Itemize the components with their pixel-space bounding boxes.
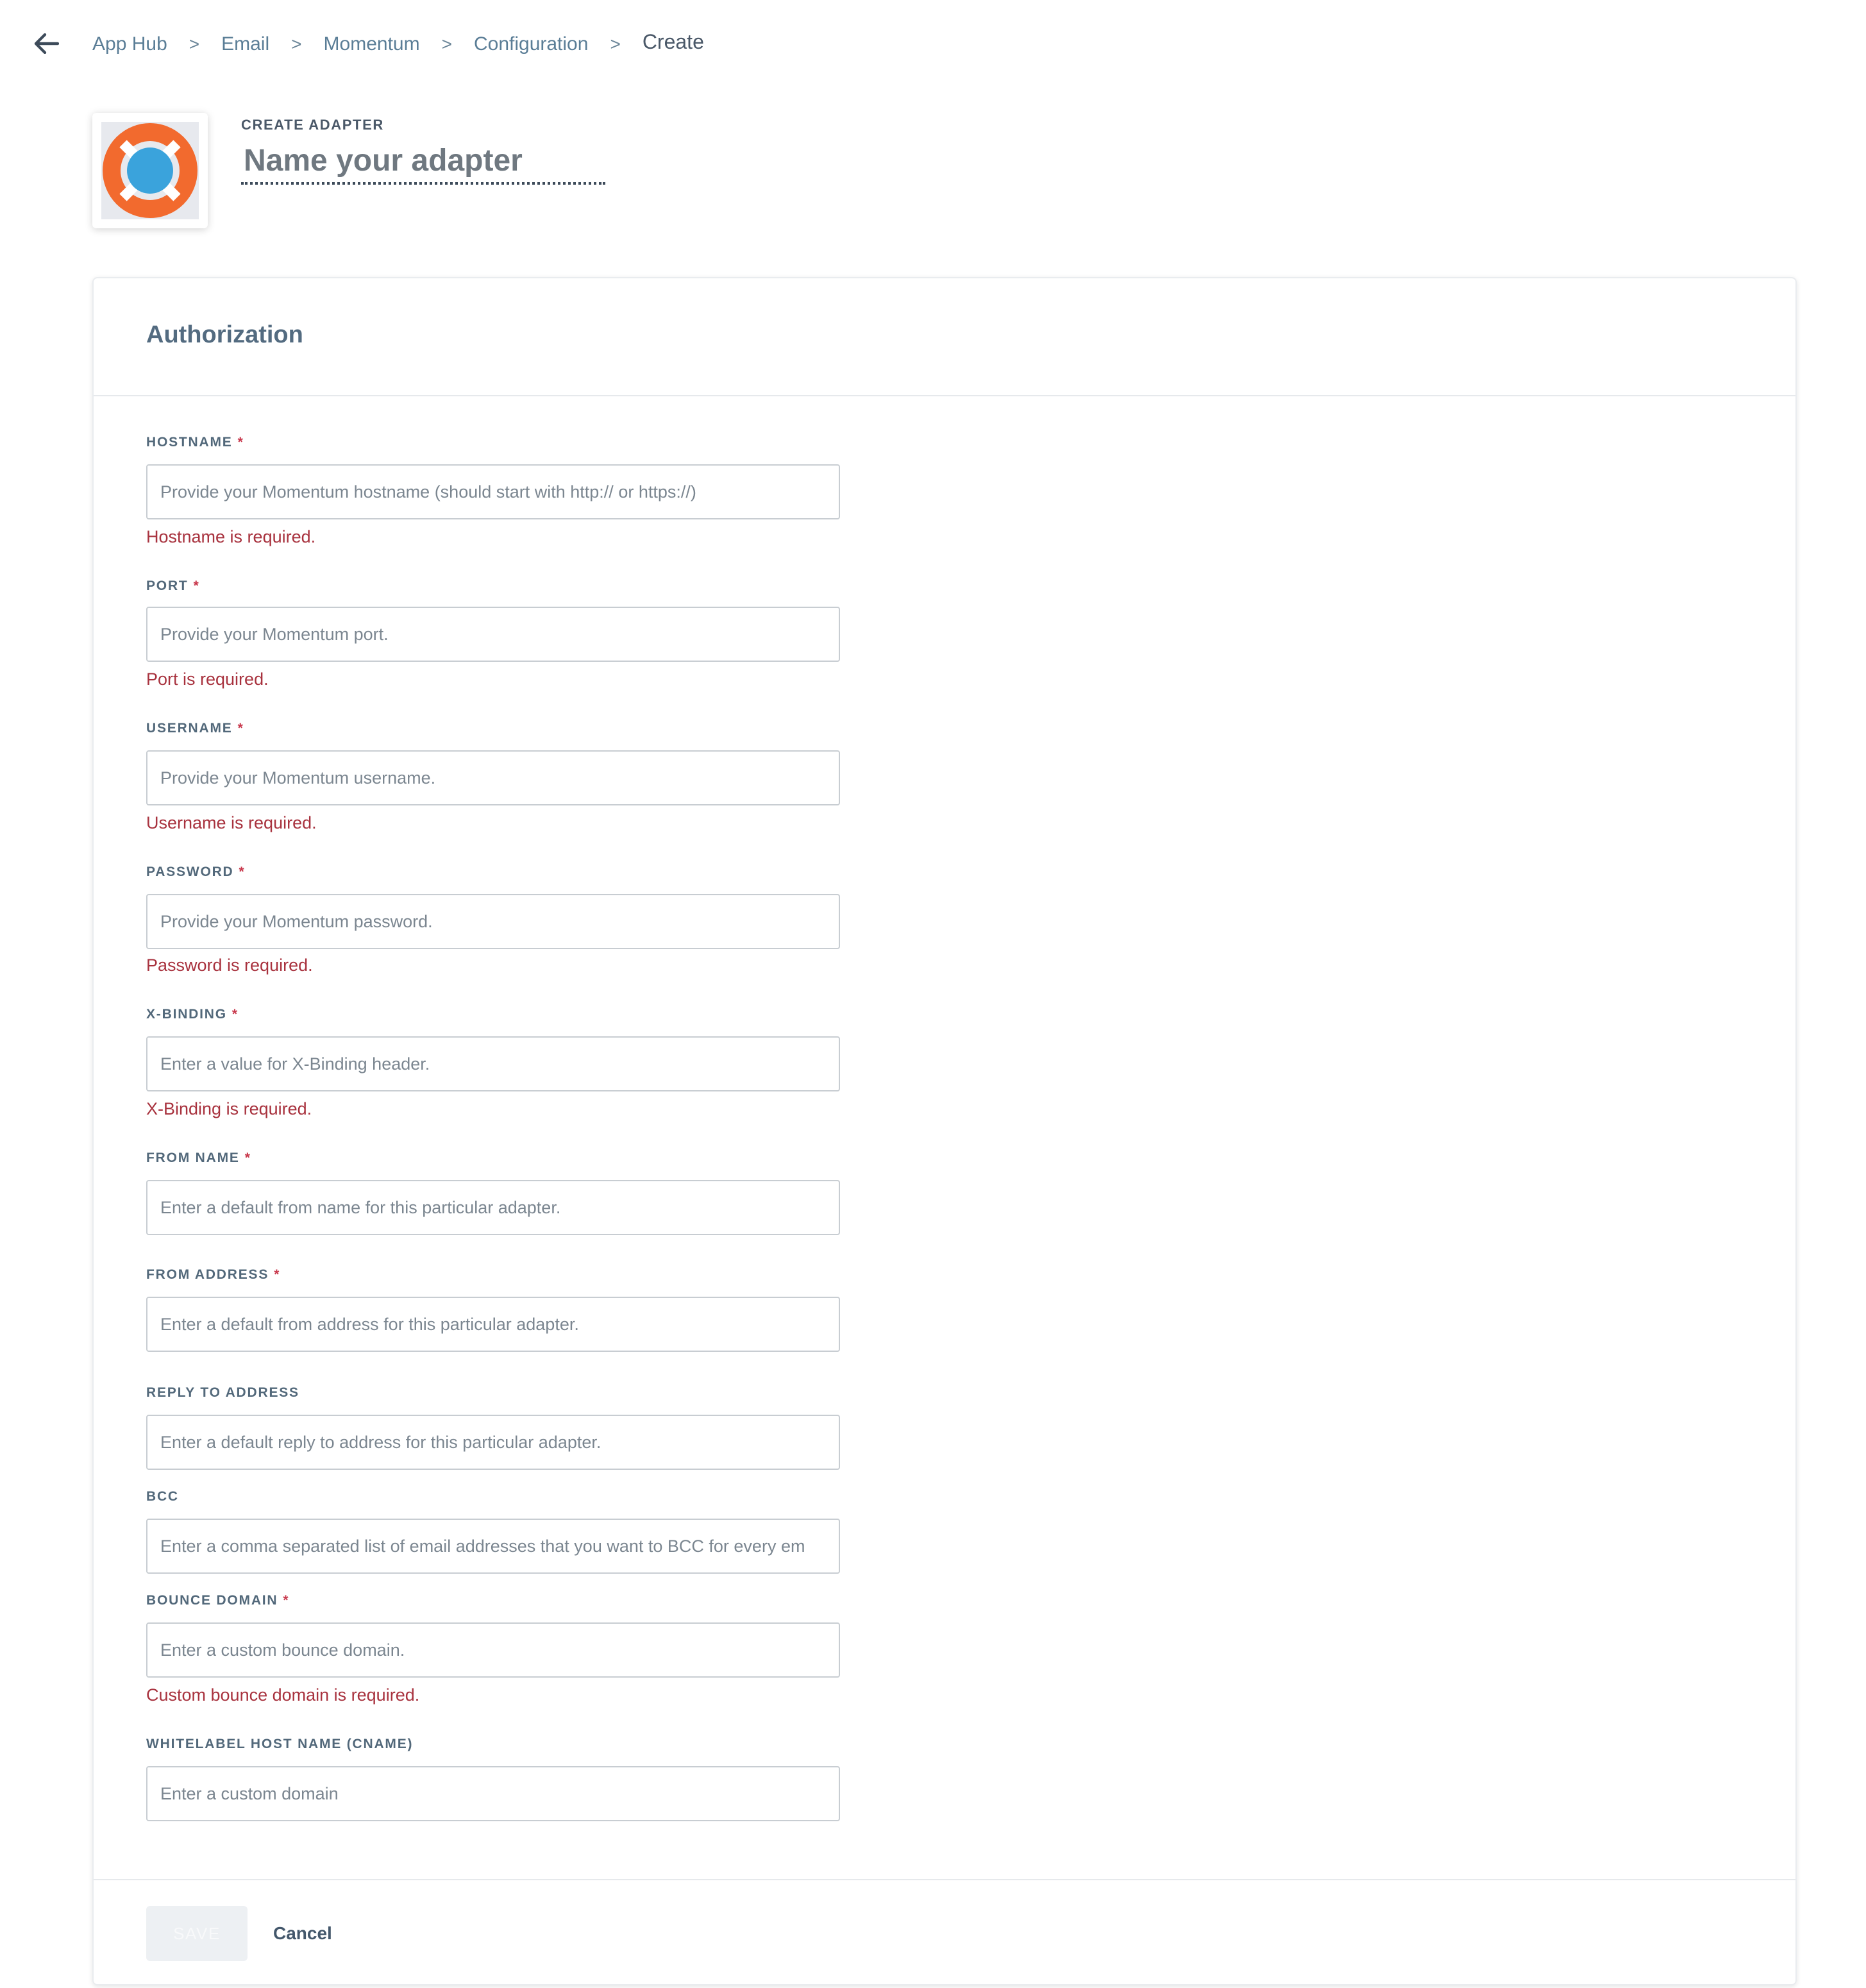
required-marker: * bbox=[237, 721, 244, 736]
breadcrumb-email[interactable]: Email bbox=[221, 33, 269, 55]
from-name-label: FROM NAME * bbox=[146, 1150, 251, 1166]
breadcrumb-create: Create bbox=[642, 32, 704, 54]
breadcrumb-configuration[interactable]: Configuration bbox=[474, 33, 588, 55]
required-marker: * bbox=[244, 1150, 251, 1166]
adapter-logo bbox=[92, 113, 208, 228]
hostname-error: Hostname is required. bbox=[146, 527, 316, 546]
required-marker: * bbox=[231, 1007, 239, 1022]
breadcrumb-separator: > bbox=[291, 33, 302, 54]
required-marker: * bbox=[193, 578, 200, 594]
password-input[interactable] bbox=[146, 894, 840, 949]
card-title: Authorization bbox=[146, 322, 303, 349]
save-button[interactable]: SAVE bbox=[146, 1906, 248, 1961]
reply-to-address-input[interactable] bbox=[146, 1415, 840, 1470]
back-arrow-icon[interactable] bbox=[31, 28, 62, 59]
password-label: PASSWORD * bbox=[146, 864, 246, 880]
authorization-card: Authorization HOSTNAME* Hostname is requ… bbox=[92, 277, 1797, 1985]
adapter-name-input[interactable] bbox=[241, 141, 605, 185]
breadcrumb-separator: > bbox=[610, 33, 621, 54]
whitelabel-host-name-label: WHITELABEL HOST NAME (CNAME) bbox=[146, 1737, 414, 1752]
reply-to-address-label: REPLY TO ADDRESS bbox=[146, 1385, 299, 1401]
required-marker: * bbox=[283, 1593, 290, 1608]
breadcrumb: App Hub > Email > Momentum > Configurati… bbox=[31, 26, 704, 62]
port-label: PORT * bbox=[146, 578, 200, 594]
breadcrumb-app-hub[interactable]: App Hub bbox=[92, 33, 167, 55]
bounce-domain-label: BOUNCE DOMAIN * bbox=[146, 1593, 290, 1608]
breadcrumb-momentum[interactable]: Momentum bbox=[324, 33, 420, 55]
username-label: USERNAME * bbox=[146, 721, 244, 736]
bounce-domain-input[interactable] bbox=[146, 1622, 840, 1678]
card-footer: SAVE Cancel bbox=[94, 1879, 1795, 1988]
cancel-button[interactable]: Cancel bbox=[273, 1923, 332, 1943]
required-marker: * bbox=[239, 864, 246, 880]
username-input[interactable] bbox=[146, 750, 840, 805]
required-marker: * bbox=[274, 1267, 281, 1283]
password-error: Password is required. bbox=[146, 956, 313, 975]
port-error: Port is required. bbox=[146, 670, 269, 689]
card-header: Authorization bbox=[94, 278, 1795, 396]
bounce-domain-error: Custom bounce domain is required. bbox=[146, 1685, 420, 1705]
x-binding-label: X-BINDING * bbox=[146, 1007, 239, 1022]
bcc-label: BCC bbox=[146, 1489, 179, 1504]
from-name-input[interactable] bbox=[146, 1180, 840, 1235]
x-binding-input[interactable] bbox=[146, 1036, 840, 1091]
hostname-label: HOSTNAME * bbox=[146, 435, 244, 450]
whitelabel-host-name-input[interactable] bbox=[146, 1766, 840, 1821]
port-input[interactable] bbox=[146, 607, 840, 662]
breadcrumb-separator: > bbox=[189, 33, 200, 54]
lifebuoy-icon bbox=[103, 123, 198, 218]
from-address-label: FROM ADDRESS * bbox=[146, 1267, 281, 1283]
breadcrumb-separator: > bbox=[441, 33, 452, 54]
create-adapter-eyebrow: CREATE ADAPTER bbox=[241, 118, 384, 133]
bcc-input[interactable] bbox=[146, 1519, 840, 1574]
required-marker: * bbox=[237, 435, 244, 450]
hostname-input[interactable] bbox=[146, 464, 840, 519]
username-error: Username is required. bbox=[146, 813, 317, 832]
from-address-input[interactable] bbox=[146, 1297, 840, 1352]
x-binding-error: X-Binding is required. bbox=[146, 1099, 312, 1118]
